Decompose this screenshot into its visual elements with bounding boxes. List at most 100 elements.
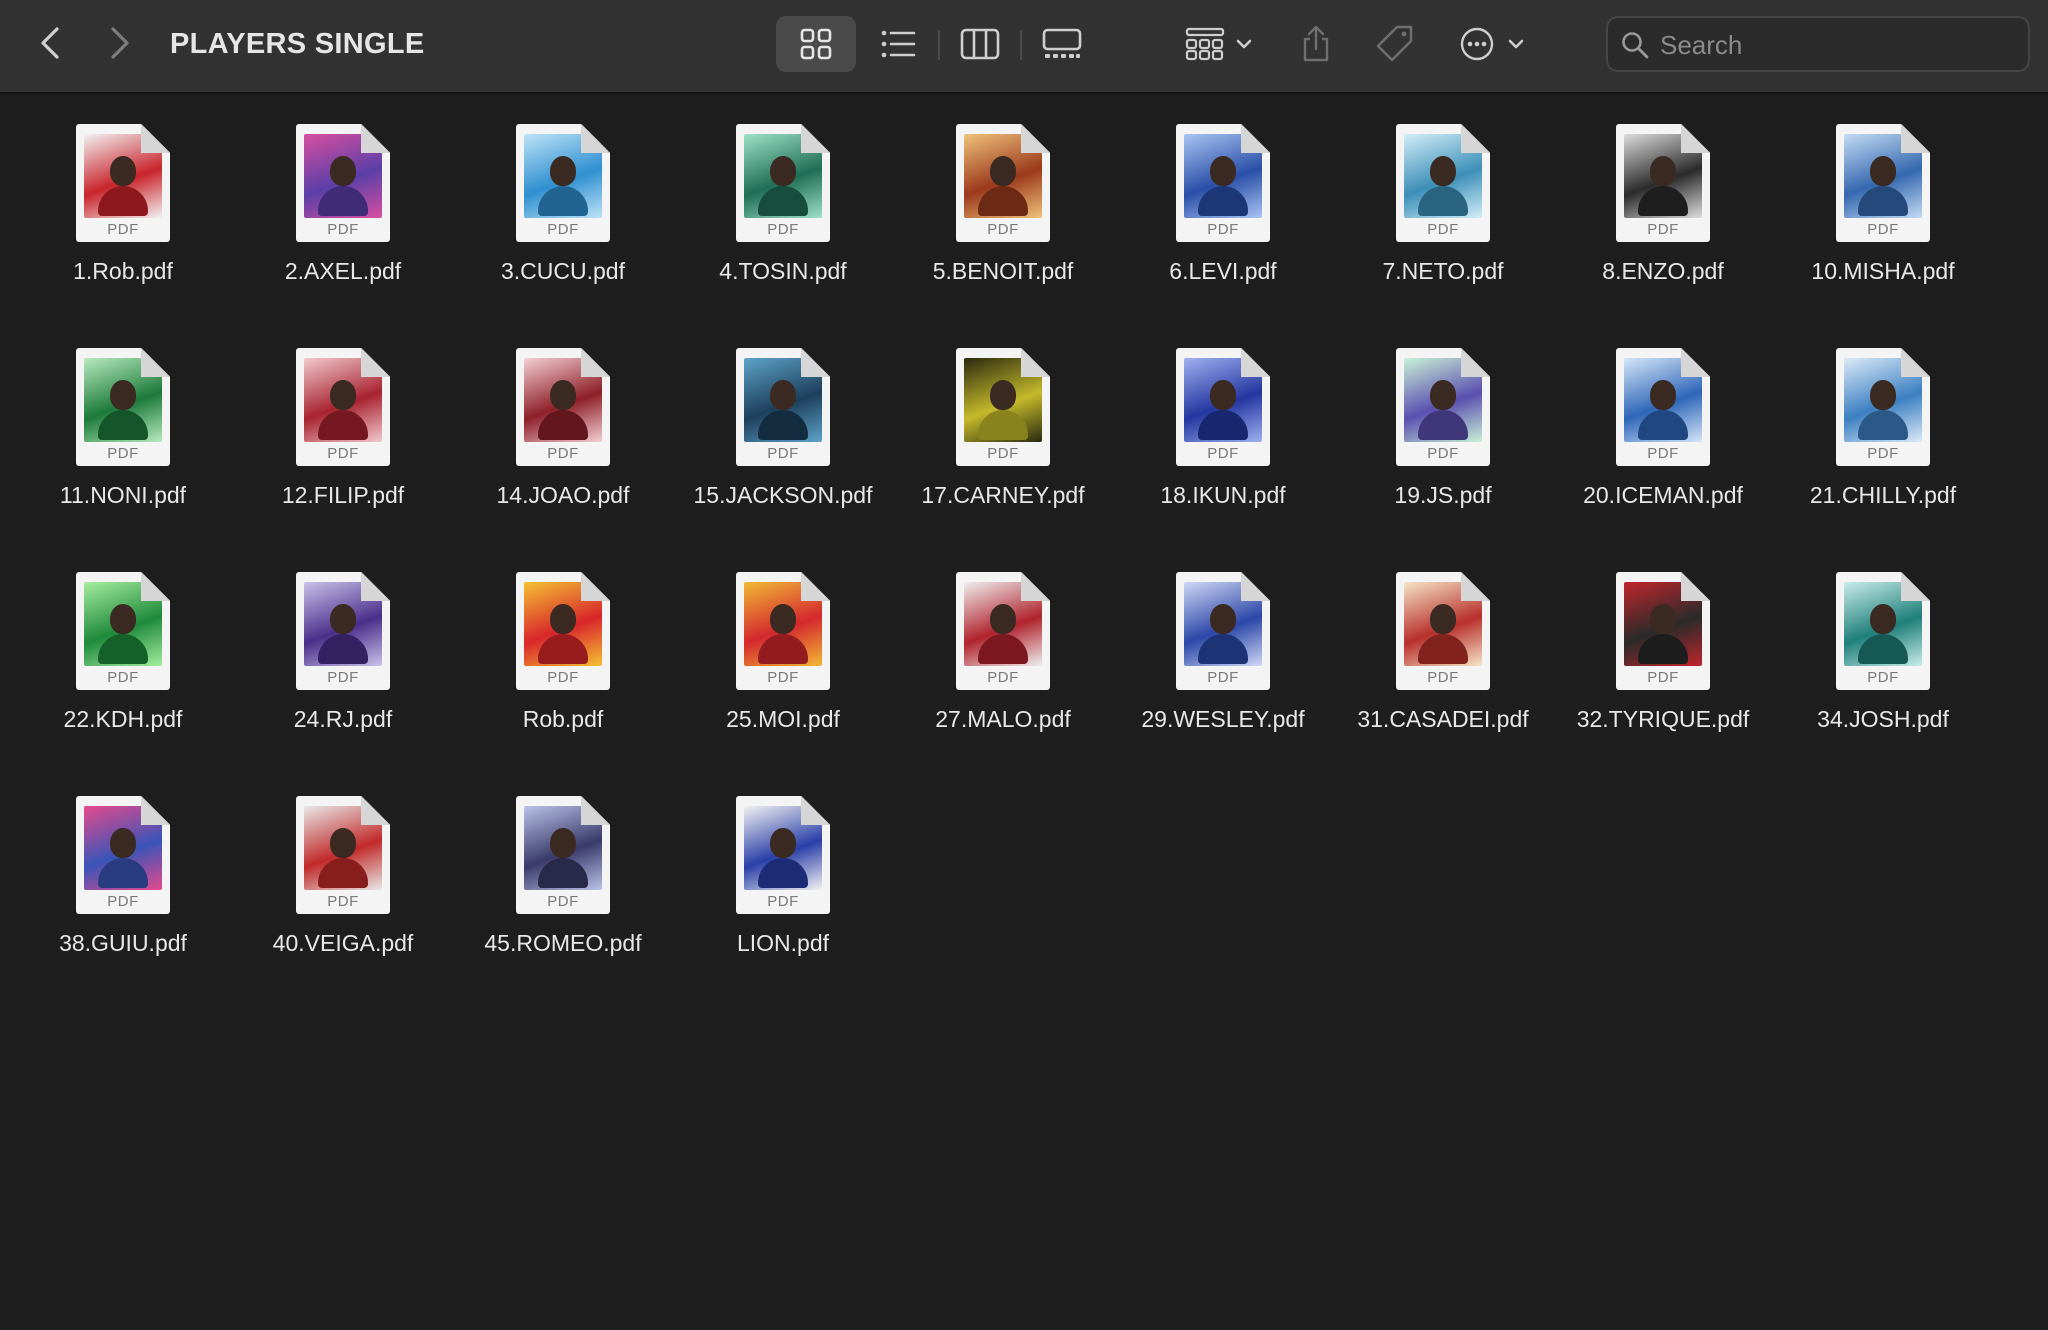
window-title: PLAYERS SINGLE xyxy=(170,28,425,60)
thumbnail-figure xyxy=(990,380,1016,410)
page-fold xyxy=(361,124,390,153)
column-view-button[interactable] xyxy=(940,16,1020,72)
gallery-view-button[interactable] xyxy=(1022,16,1102,72)
file-type-label: PDF xyxy=(327,893,359,910)
thumbnail-figure xyxy=(1638,410,1688,440)
file-item[interactable]: PDF 38.GUIU.pdf xyxy=(18,766,228,976)
thumbnail-figure xyxy=(770,604,796,634)
file-type-label: PDF xyxy=(327,669,359,686)
file-name: 11.NONI.pdf xyxy=(59,482,187,508)
file-item[interactable]: PDF 19.JS.pdf xyxy=(1338,318,1548,528)
pdf-file-icon: PDF xyxy=(296,796,390,914)
file-item[interactable]: PDF 14.JOAO.pdf xyxy=(458,318,668,528)
file-item[interactable]: PDF 25.MOI.pdf xyxy=(678,542,888,752)
file-type-label: PDF xyxy=(1647,221,1679,238)
file-item[interactable]: PDF 17.CARNEY.pdf xyxy=(898,318,1108,528)
file-item[interactable]: PDF 12.FILIP.pdf xyxy=(238,318,448,528)
action-menu-button[interactable] xyxy=(1456,16,1532,72)
thumbnail-figure xyxy=(1858,186,1908,216)
page-fold xyxy=(1021,572,1050,601)
file-item[interactable]: PDF 29.WESLEY.pdf xyxy=(1118,542,1328,752)
forward-button[interactable] xyxy=(98,18,142,68)
file-name: 17.CARNEY.pdf xyxy=(921,482,1085,508)
thumbnail-figure xyxy=(1210,380,1236,410)
file-item[interactable]: PDF 32.TYRIQUE.pdf xyxy=(1558,542,1768,752)
file-type-label: PDF xyxy=(1207,445,1239,462)
thumbnail-figure xyxy=(1430,380,1456,410)
thumbnail-figure xyxy=(1858,410,1908,440)
file-item[interactable]: PDF 8.ENZO.pdf xyxy=(1558,94,1768,304)
thumbnail-figure xyxy=(1870,156,1896,186)
file-item[interactable]: PDF Rob.pdf xyxy=(458,542,668,752)
back-button[interactable] xyxy=(28,18,72,68)
page-fold xyxy=(581,124,610,153)
tag-button[interactable] xyxy=(1370,16,1420,72)
page-fold xyxy=(1681,572,1710,601)
file-item[interactable]: PDF 40.VEIGA.pdf xyxy=(238,766,448,976)
toolbar: PLAYERS SINGLE xyxy=(0,0,2048,94)
file-item[interactable]: PDF 24.RJ.pdf xyxy=(238,542,448,752)
file-name: LION.pdf xyxy=(736,930,830,956)
file-item[interactable]: PDF 2.AXEL.pdf xyxy=(238,94,448,304)
file-item[interactable]: PDF 11.NONI.pdf xyxy=(18,318,228,528)
page-fold xyxy=(1241,124,1270,153)
file-item[interactable]: PDF 6.LEVI.pdf xyxy=(1118,94,1328,304)
share-button[interactable] xyxy=(1294,16,1338,72)
file-type-label: PDF xyxy=(987,221,1019,238)
list-view-icon xyxy=(881,30,916,58)
page-fold xyxy=(1461,572,1490,601)
thumbnail-figure xyxy=(770,156,796,186)
file-type-label: PDF xyxy=(1207,669,1239,686)
pdf-file-icon: PDF xyxy=(1176,348,1270,466)
pdf-file-icon: PDF xyxy=(1396,124,1490,242)
file-item[interactable]: PDF 21.CHILLY.pdf xyxy=(1778,318,1988,528)
pdf-file-icon: PDF xyxy=(516,124,610,242)
file-name: 7.NETO.pdf xyxy=(1382,258,1504,284)
file-item[interactable]: PDF 1.Rob.pdf xyxy=(18,94,228,304)
file-item[interactable]: PDF 4.TOSIN.pdf xyxy=(678,94,888,304)
group-by-button[interactable] xyxy=(1180,16,1260,72)
file-name: 6.LEVI.pdf xyxy=(1169,258,1277,284)
file-item[interactable]: PDF 15.JACKSON.pdf xyxy=(678,318,888,528)
file-item[interactable]: PDF 18.IKUN.pdf xyxy=(1118,318,1328,528)
page-fold xyxy=(801,796,830,825)
thumbnail-figure xyxy=(550,156,576,186)
file-name: 12.FILIP.pdf xyxy=(281,482,405,508)
thumbnail-figure xyxy=(758,186,808,216)
file-type-label: PDF xyxy=(1867,669,1899,686)
file-item[interactable]: PDF 5.BENOIT.pdf xyxy=(898,94,1108,304)
thumbnail-figure xyxy=(550,828,576,858)
file-type-label: PDF xyxy=(107,445,139,462)
file-item[interactable]: PDF 10.MISHA.pdf xyxy=(1778,94,1988,304)
file-item[interactable]: PDF 22.KDH.pdf xyxy=(18,542,228,752)
thumbnail-figure xyxy=(978,634,1028,664)
file-item[interactable]: PDF 27.MALO.pdf xyxy=(898,542,1108,752)
file-item[interactable]: PDF 20.ICEMAN.pdf xyxy=(1558,318,1768,528)
file-item[interactable]: PDF 45.ROMEO.pdf xyxy=(458,766,668,976)
icon-view-button[interactable] xyxy=(776,16,856,72)
file-name: 8.ENZO.pdf xyxy=(1602,258,1724,284)
thumbnail-figure xyxy=(1858,634,1908,664)
thumbnail-figure xyxy=(318,410,368,440)
file-type-label: PDF xyxy=(547,445,579,462)
page-fold xyxy=(1461,124,1490,153)
file-grid: PDF 1.Rob.pdf PDF 2.AXEL.pdf PDF 3.CUCU.pdf PD… xyxy=(0,94,2048,1330)
thumbnail-figure xyxy=(990,604,1016,634)
file-item[interactable]: PDF LION.pdf xyxy=(678,766,888,976)
page-fold xyxy=(581,572,610,601)
pdf-file-icon: PDF xyxy=(736,348,830,466)
file-item[interactable]: PDF 31.CASADEI.pdf xyxy=(1338,542,1548,752)
search-input[interactable] xyxy=(1658,24,2022,66)
file-item[interactable]: PDF 7.NETO.pdf xyxy=(1338,94,1548,304)
file-item[interactable]: PDF 3.CUCU.pdf xyxy=(458,94,668,304)
list-view-button[interactable] xyxy=(858,16,938,72)
thumbnail-figure xyxy=(318,186,368,216)
file-type-label: PDF xyxy=(767,893,799,910)
thumbnail-figure xyxy=(110,156,136,186)
page-fold xyxy=(1901,348,1930,377)
pdf-file-icon: PDF xyxy=(956,348,1050,466)
thumbnail-figure xyxy=(1418,186,1468,216)
file-item[interactable]: PDF 34.JOSH.pdf xyxy=(1778,542,1988,752)
thumbnail-figure xyxy=(1638,634,1688,664)
search-field[interactable] xyxy=(1606,16,2030,72)
